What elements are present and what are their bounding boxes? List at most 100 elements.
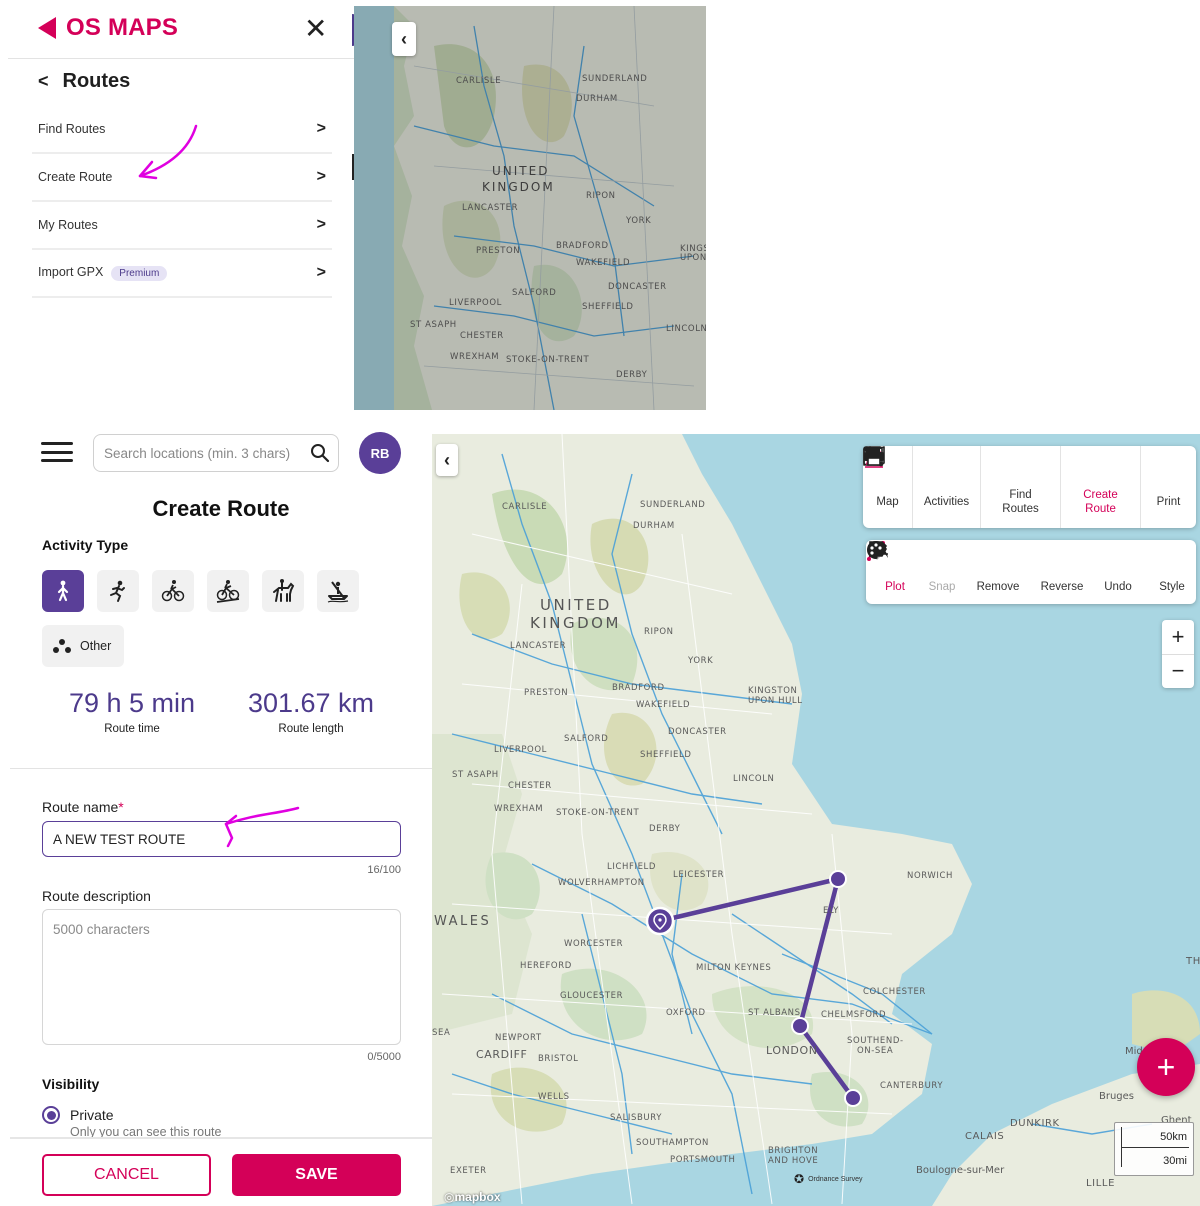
toolbar-create-route-button[interactable]: Create Route (865, 446, 1141, 528)
activity-other-button[interactable]: Other (42, 625, 124, 667)
activity-horse-ride-button[interactable] (262, 570, 304, 612)
run-icon (110, 580, 125, 602)
style-button[interactable]: Style (867, 540, 1196, 604)
overlay-dim (354, 6, 706, 410)
search-icon[interactable] (310, 443, 330, 463)
snap-button[interactable]: Snap (869, 540, 960, 604)
toolbar-print-button[interactable]: Print (864, 446, 1196, 528)
routes-menu-panel: OS MAPS ✕ < Routes Find Routes > Create … (8, 0, 354, 320)
top-map-view[interactable]: CARLISLE SUNDERLAND DURHAM UNITED KINGDO… (354, 6, 706, 410)
map-label: STOKE-ON-TRENT (556, 808, 640, 818)
map-label: LINCOLN (733, 774, 775, 784)
user-avatar[interactable]: RB (359, 432, 401, 474)
footer-divider (10, 1137, 432, 1139)
visibility-private-option[interactable]: Private (42, 1106, 114, 1124)
map-label: WORCESTER (564, 939, 624, 949)
reverse-button[interactable]: Reverse (868, 540, 1088, 604)
cycle-icon (161, 580, 185, 602)
map-label: RIPON (644, 627, 674, 637)
toolbar-label: Map (876, 496, 899, 508)
map-label: COLCHESTER (863, 987, 926, 997)
back-chevron-icon[interactable]: < (38, 71, 49, 92)
map-label: WALES (434, 914, 492, 929)
walk-icon (57, 580, 69, 602)
page-title: Create Route (152, 496, 290, 521)
logo-text: OS MAPS (66, 14, 179, 41)
mapbox-logo-text: mapbox (454, 1190, 501, 1204)
activity-type-label: Activity Type (42, 537, 129, 553)
map-label: LANCASTER (510, 641, 567, 651)
map-label: UNITED (540, 596, 612, 614)
divider (8, 58, 354, 59)
map-label: CHELMSFORD (821, 1010, 887, 1020)
map-label: BRISTOL (538, 1054, 579, 1064)
map-label: WAKEFIELD (636, 700, 691, 710)
toolbar-label: Style (1159, 581, 1185, 593)
routes-title: Routes (62, 70, 131, 92)
toolbar-find-routes-button[interactable]: Find Routes (864, 446, 1061, 528)
map-label: DERBY (649, 824, 681, 834)
route-edit-toolbar: Plot Snap Remove Reverse Undo Style (866, 540, 1196, 604)
map-label: BRIGHTON (768, 1146, 819, 1156)
os-logo-icon (38, 17, 56, 39)
add-fab-button[interactable]: + (1137, 1038, 1195, 1096)
route-length-label: Route length (278, 723, 344, 735)
map-label: ST ALBANS (748, 1008, 801, 1018)
toolbar-label: Route (1085, 503, 1116, 515)
activity-walk-button[interactable] (42, 570, 84, 612)
menu-item-find-routes[interactable]: Find Routes > (32, 106, 332, 154)
collapse-panel-button[interactable]: ‹ (436, 444, 458, 476)
map-label: SEA (432, 1028, 451, 1038)
required-marker: * (118, 799, 124, 815)
menu-item-my-routes[interactable]: My Routes > (32, 202, 332, 250)
map-label: DURHAM (633, 521, 675, 531)
zoom-in-button[interactable]: + (1162, 620, 1194, 655)
toolbar-label: Routes (1002, 503, 1039, 515)
activity-run-button[interactable] (97, 570, 139, 612)
chevron-right-icon: > (316, 216, 326, 233)
toolbar-label: Print (1156, 496, 1181, 508)
map-label: DONCASTER (668, 727, 727, 737)
toolbar-label: Find (1009, 489, 1032, 501)
remove-button[interactable]: Remove (869, 540, 1036, 604)
radio-selected-icon[interactable] (42, 1106, 60, 1124)
route-description-input[interactable] (42, 909, 401, 1045)
os-logo: ✪ Ordnance Survey (794, 1172, 863, 1186)
map-label: OXFORD (666, 1008, 706, 1018)
chevron-right-icon: > (316, 264, 326, 281)
mapbox-logo[interactable]: ◎mapbox (444, 1190, 501, 1204)
menu-item-create-route[interactable]: Create Route > (32, 154, 332, 202)
route-name-label: Route name* (42, 799, 124, 815)
search-input[interactable] (104, 445, 300, 461)
map-label: Bruges (1099, 1091, 1135, 1102)
hamburger-menu-icon[interactable] (41, 442, 73, 462)
os-maps-logo[interactable]: OS MAPS (38, 14, 178, 42)
map-label: WELLS (538, 1092, 570, 1102)
routes-menu-list: Find Routes > Create Route > My Routes >… (32, 106, 332, 298)
search-box (93, 434, 339, 472)
map-label: CANTERBURY (880, 1081, 944, 1091)
activity-cycle-button[interactable] (152, 570, 194, 612)
route-map-view[interactable]: CARLISLE SUNDERLAND DURHAM UNITED KINGDO… (432, 434, 1200, 1206)
map-label: YORK (688, 656, 714, 666)
activity-mountain-bike-button[interactable] (207, 570, 249, 612)
save-button[interactable]: SAVE (232, 1154, 401, 1196)
activity-kayak-button[interactable] (317, 570, 359, 612)
toolbar-activities-button[interactable]: Activities (863, 446, 981, 528)
menu-item-import-gpx[interactable]: Import GPX Premium > (32, 250, 332, 298)
route-name-input[interactable] (42, 821, 401, 857)
undo-button[interactable]: Undo (868, 540, 1148, 604)
collapse-panel-button[interactable]: ‹ (392, 22, 416, 56)
map-label: KINGSTON (748, 686, 798, 696)
cancel-button[interactable]: CANCEL (42, 1154, 211, 1196)
route-length-value: 301.67 km (247, 688, 375, 718)
map-label: WOLVERHAMPTON (558, 878, 645, 888)
zoom-out-button[interactable]: − (1162, 655, 1194, 689)
close-icon[interactable]: ✕ (304, 14, 327, 44)
visibility-option-label: Private (70, 1107, 114, 1123)
activity-type-selector (42, 570, 359, 612)
routes-header[interactable]: < Routes (38, 70, 130, 93)
menu-item-label-wrap: Import GPX Premium (38, 265, 168, 281)
map-label: MILTON KEYNES (696, 963, 772, 973)
map-label: EXETER (450, 1166, 487, 1176)
